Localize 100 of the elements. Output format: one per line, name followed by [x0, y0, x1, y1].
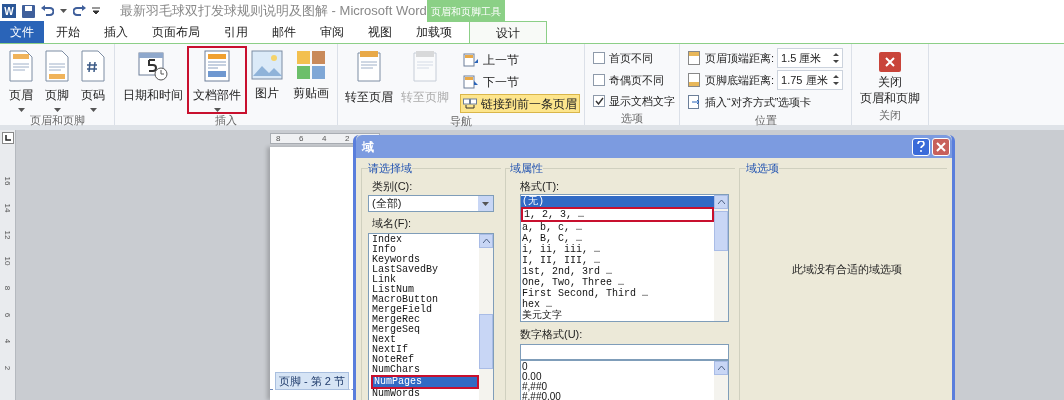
- ribbon-tab[interactable]: 插入: [92, 21, 140, 43]
- list-item[interactable]: #,##0: [521, 381, 714, 392]
- list-item[interactable]: Index: [371, 234, 479, 245]
- ribbon-button[interactable]: 页眉: [4, 48, 38, 112]
- ribbon-tab[interactable]: 引用: [212, 21, 260, 43]
- list-item[interactable]: One, Two, Three …: [521, 277, 714, 288]
- check-icon: [594, 97, 604, 106]
- spinner-field[interactable]: 1.75 厘米: [777, 70, 844, 90]
- footer-section-tag: 页脚 - 第 2 节: [275, 371, 349, 390]
- spin-arrows-icon: [833, 74, 840, 86]
- scroll-thumb[interactable]: [714, 211, 728, 251]
- help-button[interactable]: [912, 137, 930, 156]
- list-item[interactable]: 1, 2, 3, …: [521, 207, 714, 222]
- scroll-up-button[interactable]: [714, 195, 728, 209]
- list-item[interactable]: Next: [371, 334, 479, 345]
- list-item[interactable]: i, ii, iii, …: [521, 244, 714, 255]
- list-item[interactable]: First Second, Third …: [521, 288, 714, 299]
- save-icon[interactable]: [22, 4, 35, 18]
- list-item[interactable]: 美元文字: [521, 310, 714, 321]
- ribbon-tab[interactable]: 文件: [0, 21, 44, 43]
- ribbon-button[interactable]: 文档部件: [189, 48, 245, 112]
- field-label: 类别(C):: [371, 178, 414, 194]
- list-item[interactable]: (无): [521, 196, 714, 207]
- list-item[interactable]: A, B, C, …: [521, 233, 714, 244]
- ribbon-tab[interactable]: 审阅: [308, 21, 356, 43]
- ribbon-tab[interactable]: 页面布局: [140, 21, 212, 43]
- list-item[interactable]: MacroButton: [371, 294, 479, 305]
- list-item[interactable]: 0.00: [521, 371, 714, 382]
- list-item[interactable]: Info: [371, 244, 479, 255]
- checkbox[interactable]: [593, 52, 605, 65]
- ribbon-button[interactable]: 日期和时间: [119, 48, 187, 112]
- close-icon: [879, 52, 902, 72]
- list-item[interactable]: NumChars: [371, 364, 479, 375]
- field-label: 数字格式(U):: [520, 327, 584, 342]
- number-format-input[interactable]: [520, 343, 729, 360]
- ruler-number: 6: [299, 134, 305, 143]
- tab-stop-icon[interactable]: [1, 132, 14, 144]
- list-item[interactable]: NextIf: [371, 344, 479, 355]
- list-item[interactable]: MergeRec: [371, 314, 479, 325]
- ruler-number: 4: [322, 134, 328, 143]
- list-item[interactable]: a, b, c, …: [521, 222, 714, 233]
- ribbon-button[interactable]: 页脚: [40, 48, 74, 112]
- list-item[interactable]: Keywords: [371, 254, 479, 265]
- list-item[interactable]: I, II, III, …: [521, 255, 714, 266]
- help-icon: [917, 141, 925, 152]
- ribbon-button[interactable]: 页码: [76, 48, 110, 112]
- scroll-thumb[interactable]: [479, 313, 493, 369]
- checkbox[interactable]: [593, 73, 605, 86]
- ribbon-small-button[interactable]: 上一节: [460, 50, 580, 69]
- list-item[interactable]: NumWords: [371, 388, 479, 399]
- ribbon-tab[interactable]: 视图: [356, 21, 404, 43]
- list-item[interactable]: LastSavedBy: [371, 264, 479, 275]
- context-tab-group-label: 页眉和页脚工具: [427, 0, 505, 22]
- page-arrow-icon: [463, 74, 479, 89]
- ruler-number: 16: [2, 176, 14, 186]
- field-label: 域名(F):: [371, 216, 413, 231]
- ribbon-button[interactable]: 转至页眉: [342, 48, 396, 112]
- list-item[interactable]: #,##0.00: [521, 391, 714, 400]
- ribbon-small-button[interactable]: 下一节: [460, 72, 580, 91]
- ruler-number: 6: [2, 312, 14, 317]
- list-item[interactable]: 0: [521, 361, 714, 372]
- ribbon-button[interactable]: 剪贴画: [289, 48, 333, 112]
- list-item[interactable]: Link: [371, 274, 479, 285]
- dropdown-caret-icon: [482, 201, 489, 206]
- ribbon-tab[interactable]: 开始: [44, 21, 92, 43]
- customize-toolbar-icon[interactable]: [92, 7, 100, 15]
- list-item[interactable]: 1st, 2nd, 3rd …: [521, 266, 714, 277]
- ribbon-button[interactable]: 图片: [247, 48, 287, 112]
- ruler-number: 2: [345, 134, 351, 143]
- checkbox[interactable]: [593, 95, 605, 108]
- list-item[interactable]: NoteRef: [371, 354, 479, 365]
- category-dropdown[interactable]: (全部): [368, 195, 494, 212]
- spin-arrows-icon: [833, 52, 840, 64]
- caret-icon: [53, 108, 61, 112]
- list-item[interactable]: ListNum: [371, 284, 479, 295]
- undo-icon[interactable]: [41, 5, 54, 17]
- ribbon-small-button[interactable]: 插入“对齐方式”选项卡: [688, 92, 844, 112]
- close-button[interactable]: [932, 137, 950, 156]
- checkbox-label: 显示文档文字: [609, 94, 675, 109]
- scroll-up-button[interactable]: [714, 360, 728, 375]
- picture-icon: [251, 50, 283, 80]
- list-item[interactable]: MergeField: [371, 304, 479, 315]
- ruler-number: 8: [2, 285, 14, 291]
- caret-icon: [89, 108, 97, 112]
- group-label: 位置: [753, 113, 778, 128]
- clip-art-icon: [296, 50, 326, 80]
- spinner-label: 页脚底端距离:: [705, 72, 775, 88]
- list-item[interactable]: hex …: [521, 299, 714, 310]
- ribbon-tab[interactable]: 邮件: [260, 21, 308, 43]
- scroll-up-button[interactable]: [479, 233, 493, 248]
- list-item[interactable]: MergeSeq: [371, 324, 479, 335]
- ribbon-tab[interactable]: 设计: [469, 21, 547, 43]
- ribbon-small-button[interactable]: 链接到前一条页眉: [460, 94, 580, 113]
- redo-icon[interactable]: [73, 5, 86, 17]
- spinner-field[interactable]: 1.5 厘米: [777, 48, 844, 68]
- ribbon-tab[interactable]: 加载项: [404, 21, 464, 43]
- group-label: 页眉和页脚: [28, 113, 86, 128]
- ruler-number: 10: [2, 256, 14, 266]
- close-header-footer-button[interactable]: 关闭 页眉和页脚: [856, 48, 925, 106]
- list-item[interactable]: NumPages: [371, 374, 479, 389]
